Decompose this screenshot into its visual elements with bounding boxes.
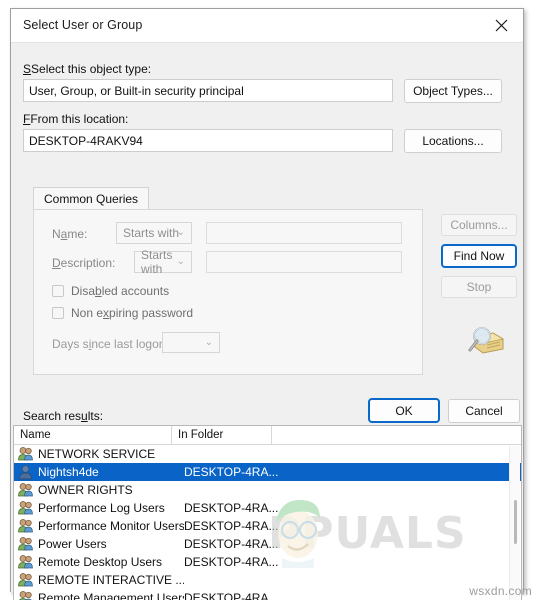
close-button[interactable] (479, 9, 523, 42)
cancel-button[interactable]: Cancel (448, 399, 520, 423)
object-type-label: SSelect this object type: (23, 62, 152, 76)
column-divider[interactable] (171, 426, 172, 445)
name-input[interactable] (206, 222, 402, 244)
location-label-text: From this location: (30, 112, 129, 126)
group-icon (17, 572, 34, 588)
search-results-list[interactable]: Name In Folder NETWORK SERVICE Nightsh4de… (13, 425, 522, 600)
row-name: Performance Monitor Users (38, 519, 184, 533)
row-name: Power Users (38, 537, 107, 551)
group-icon (17, 482, 34, 498)
location-value: DESKTOP-4RAKV94 (29, 133, 143, 148)
ok-button[interactable]: OK (368, 398, 440, 423)
search-folder-icon (463, 323, 507, 361)
table-row[interactable]: NETWORK SERVICE (14, 445, 521, 463)
table-row[interactable]: Remote Desktop Users DESKTOP-4RA... (14, 553, 521, 571)
non-expiring-password-checkbox[interactable]: Non expiring password (52, 306, 193, 320)
columns-button-label: Columns... (450, 218, 508, 232)
group-icon (17, 536, 34, 552)
stop-button[interactable]: Stop (441, 276, 517, 298)
select-user-or-group-dialog: Select User or Group SSelect this object… (10, 8, 524, 600)
group-icon (17, 518, 34, 534)
columns-button[interactable]: Columns... (441, 214, 517, 236)
locations-button[interactable]: Locations... (404, 129, 502, 153)
table-row[interactable]: Nightsh4de DESKTOP-4RA... (14, 463, 521, 481)
window-title: Select User or Group (23, 18, 143, 32)
disabled-accounts-checkbox[interactable]: Disabled accounts (52, 284, 169, 298)
table-row[interactable]: OWNER RIGHTS (14, 481, 521, 499)
list-rows: NETWORK SERVICE Nightsh4de DESKTOP-4RA... O… (14, 445, 521, 600)
row-name: NETWORK SERVICE (38, 447, 156, 461)
name-label: Name: (52, 227, 88, 241)
non-expiring-password-label: Non expiring password (71, 306, 194, 320)
description-input[interactable] (206, 251, 402, 273)
row-folder: DESKTOP-4RA... (184, 501, 279, 515)
group-icon (17, 554, 34, 570)
column-header-name[interactable]: Name (20, 429, 51, 441)
close-icon (495, 19, 507, 32)
group-icon (17, 446, 34, 462)
object-type-value: User, Group, or Built-in security princi… (29, 83, 244, 98)
tab-common-queries-label: Common Queries (44, 191, 139, 206)
list-header: Name In Folder (14, 426, 521, 445)
location-label: FFrom this location: (23, 112, 129, 126)
table-row[interactable]: Performance Monitor Users DESKTOP-4RA... (14, 517, 521, 535)
find-now-button[interactable]: Find Now (441, 244, 517, 268)
user-icon (17, 464, 34, 480)
query-tabstrip: Common Queries (33, 187, 423, 209)
table-row[interactable]: Remote Management Users DESKTOP-4RA... (14, 589, 521, 600)
cancel-button-label: Cancel (465, 404, 503, 418)
row-folder: DESKTOP-4RA... (184, 591, 279, 600)
row-folder: DESKTOP-4RA... (184, 465, 279, 479)
object-types-button[interactable]: Object Types... (404, 79, 502, 103)
row-name: Remote Management Users (38, 591, 184, 600)
description-label: Description: (52, 256, 116, 270)
table-row[interactable]: REMOTE INTERACTIVE ... (14, 571, 521, 589)
disabled-accounts-label: Disabled accounts (71, 284, 170, 298)
group-icon (17, 500, 34, 516)
checkbox-box (52, 285, 64, 297)
column-divider[interactable] (271, 426, 272, 445)
stop-button-label: Stop (466, 280, 492, 294)
screenshot-root: Select User or Group SSelect this object… (0, 0, 536, 600)
scrollbar-thumb[interactable] (514, 500, 517, 544)
location-field[interactable]: DESKTOP-4RAKV94 (23, 129, 393, 152)
days-since-last-logon-dropdown[interactable]: ⌄ (162, 332, 220, 353)
common-queries-panel: Name: Starts with ⌄ Description: Starts … (33, 209, 423, 375)
title-bar: Select User or Group (11, 9, 523, 43)
object-type-field[interactable]: User, Group, or Built-in security princi… (23, 79, 393, 102)
row-name: REMOTE INTERACTIVE ... (38, 573, 184, 587)
row-folder: DESKTOP-4RA... (184, 537, 279, 551)
name-operator-value: Starts with (123, 226, 180, 240)
wsxdn-watermark: wsxdn.com (469, 584, 532, 598)
days-since-last-logon-label: Days since last logon: (52, 337, 169, 351)
ok-button-label: OK (395, 403, 413, 418)
table-row[interactable]: Performance Log Users DESKTOP-4RA... (14, 499, 521, 517)
row-folder: DESKTOP-4RA... (184, 519, 279, 533)
locations-button-label: Locations... (422, 134, 484, 148)
search-results-label: Search results: (23, 409, 104, 423)
row-name: OWNER RIGHTS (38, 483, 133, 497)
row-name: Performance Log Users (38, 501, 165, 515)
column-header-folder[interactable]: In Folder (178, 429, 223, 441)
row-folder: DESKTOP-4RA... (184, 555, 279, 569)
object-type-label-text: Select this object type: (31, 62, 152, 76)
table-row[interactable]: Power Users DESKTOP-4RA... (14, 535, 521, 553)
group-icon (17, 590, 34, 600)
description-operator-dropdown[interactable]: Starts with ⌄ (134, 248, 192, 276)
checkbox-box (52, 307, 64, 319)
chevron-down-icon: ⌄ (176, 256, 185, 267)
list-scrollbar[interactable] (509, 446, 520, 600)
tab-common-queries[interactable]: Common Queries (33, 187, 150, 209)
find-now-button-label: Find Now (453, 249, 505, 263)
row-name: Nightsh4de (38, 465, 99, 479)
chevron-down-icon: ⌄ (176, 227, 185, 238)
row-name: Remote Desktop Users (38, 555, 163, 569)
dialog-body: SSelect this object type: User, Group, o… (11, 43, 523, 600)
name-operator-dropdown[interactable]: Starts with ⌄ (116, 222, 192, 244)
object-types-button-label: Object Types... (413, 84, 493, 98)
chevron-down-icon: ⌄ (204, 336, 213, 348)
